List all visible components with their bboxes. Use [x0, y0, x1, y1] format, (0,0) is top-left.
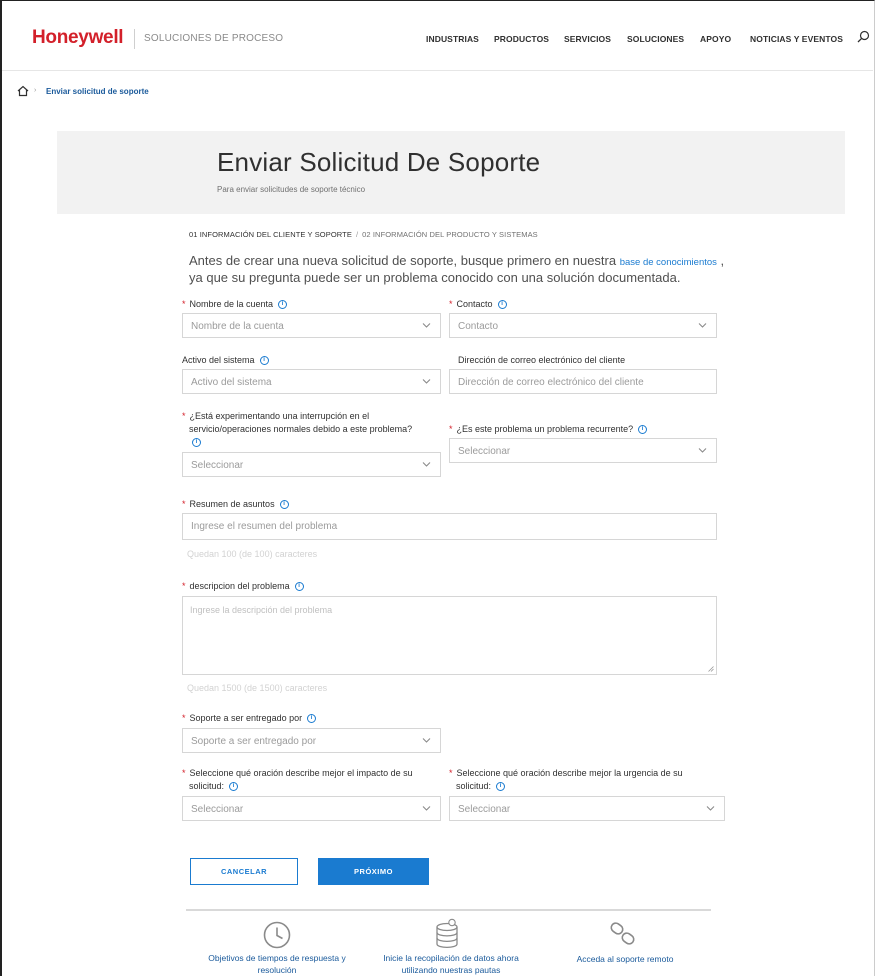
recurrent-select[interactable]: Seleccionar [449, 438, 717, 463]
email-input[interactable]: Dirección de correo electrónico del clie… [449, 369, 717, 394]
clock-icon[interactable] [262, 920, 292, 950]
email-input-placeholder: Dirección de correo electrónico del clie… [458, 377, 644, 388]
nav-productos[interactable]: PRODUCTOS [494, 34, 549, 44]
required-mark: * [182, 768, 186, 778]
info-icon[interactable]: i [307, 714, 317, 724]
interruption-select[interactable]: Seleccionar [182, 452, 441, 477]
summary-input-placeholder: Ingrese el resumen del problema [191, 521, 338, 532]
hero-banner: Enviar Solicitud De Soporte Para enviar … [57, 131, 845, 214]
nav-servicios[interactable]: SERVICIOS [564, 34, 611, 44]
recurrent-select-placeholder: Seleccionar [458, 446, 511, 457]
intro-text-before: Antes de crear una nueva solicitud de so… [189, 253, 617, 268]
chevron-down-icon [422, 323, 431, 328]
info-icon[interactable]: i [192, 438, 201, 448]
knowledge-base-link[interactable]: base de conocimientos [620, 257, 717, 268]
asset-select-placeholder: Activo del sistema [191, 377, 272, 388]
breadcrumb-chevron-icon: › [34, 87, 37, 94]
contact-select[interactable]: Contacto [449, 313, 717, 338]
info-icon[interactable]: i [496, 782, 506, 792]
impact-select-placeholder: Seleccionar [191, 804, 244, 815]
description-textarea[interactable]: Ingrese la descripción del problema [182, 596, 717, 675]
required-mark: * [182, 499, 186, 509]
required-mark: * [182, 581, 186, 591]
form-steps: 01 INFORMACIÓN DEL CLIENTE Y SOPORTE/02 … [189, 230, 538, 239]
chevron-down-icon [422, 379, 431, 384]
nav-noticias-y-eventos[interactable]: NOTICIAS Y EVENTOS [750, 34, 843, 44]
account-select[interactable]: Nombre de la cuenta [182, 313, 441, 338]
honeywell-logo[interactable]: Honeywell [32, 27, 124, 49]
step-1-label[interactable]: 01 INFORMACIÓN DEL CLIENTE Y SOPORTE [189, 230, 352, 239]
logo-divider [134, 29, 135, 49]
required-mark: * [182, 713, 186, 723]
contact-select-placeholder: Contacto [458, 321, 499, 332]
chain-link-icon[interactable] [609, 920, 637, 948]
breadcrumb-current[interactable]: Enviar solicitud de soporte [46, 87, 149, 96]
summary-char-counter: Quedan 100 (de 100) caracteres [187, 549, 318, 559]
header-tagline: SOLUCIONES DE PROCESO [144, 33, 284, 44]
chevron-down-icon [422, 738, 431, 743]
chevron-down-icon [698, 323, 707, 328]
asset-label: Activo del sistema i [182, 354, 269, 367]
footer-divider [186, 909, 711, 911]
info-icon[interactable]: i [294, 582, 304, 592]
required-mark: * [449, 299, 453, 309]
response-times-link[interactable]: Objetivos de tiempos de respuesta y resol… [196, 952, 358, 976]
account-select-placeholder: Nombre de la cuenta [191, 321, 284, 332]
description-char-counter: Quedan 1500 (de 1500) caracteres [187, 683, 328, 693]
nav-industrias[interactable]: INDUSTRIAS [426, 34, 479, 44]
cancel-button[interactable]: CANCELAR [190, 858, 298, 885]
impact-label: * Seleccione qué oración describe mejor e… [182, 768, 413, 792]
chevron-down-icon [422, 462, 431, 467]
site-header: Honeywell SOLUCIONES DE PROCESO INDUSTRI… [2, 1, 873, 71]
database-icon[interactable] [434, 918, 462, 950]
account-label: * Nombre de la cuenta i [182, 298, 288, 311]
info-icon[interactable]: i [638, 425, 648, 435]
chevron-down-icon [422, 806, 431, 811]
home-icon[interactable] [17, 85, 29, 97]
next-button[interactable]: PRÓXIMO [318, 858, 429, 885]
interruption-label: * ¿Está experimentando una interrupción e… [182, 411, 413, 448]
support-by-label: * Soporte a ser entregado por i [182, 712, 317, 725]
summary-input[interactable]: Ingrese el resumen del problema [182, 513, 717, 540]
description-textarea-placeholder: Ingrese la descripción del problema [190, 605, 333, 615]
required-mark: * [449, 424, 453, 434]
remote-support-link[interactable]: Acceda al soporte remoto [560, 953, 690, 965]
required-mark: * [449, 768, 453, 778]
description-label: * descripcion del problema i [182, 580, 304, 593]
info-icon[interactable]: i [229, 782, 239, 792]
intro-text-comma: , [720, 253, 725, 268]
support-by-select[interactable]: Soporte a ser entregado por [182, 728, 441, 753]
impact-select[interactable]: Seleccionar [182, 796, 441, 821]
chevron-down-icon [698, 448, 707, 453]
required-mark: * [182, 299, 186, 309]
page-subtitle: Para enviar solicitudes de soporte técni… [217, 185, 366, 194]
urgency-select[interactable]: Seleccionar [449, 796, 725, 821]
nav-soluciones[interactable]: SOLUCIONES [627, 34, 684, 44]
info-icon[interactable]: i [278, 300, 288, 310]
interruption-select-placeholder: Seleccionar [191, 460, 244, 471]
contact-label: * Contacto i [449, 298, 507, 311]
intro-text-after: ya que su pregunta puede ser un problema… [189, 270, 681, 285]
chevron-down-icon [706, 806, 715, 811]
info-icon[interactable]: i [279, 500, 289, 510]
urgency-label: * Seleccione qué oración describe mejor l… [449, 768, 683, 792]
email-label: Dirección de correo electrónico del clie… [458, 355, 626, 365]
urgency-select-placeholder: Seleccionar [458, 804, 511, 815]
required-mark: * [182, 411, 186, 421]
nav-apoyo[interactable]: APOYO [700, 34, 731, 44]
summary-label: * Resumen de asuntos i [182, 498, 289, 511]
recurrent-label: * ¿Es este problema un problema recurrent… [449, 423, 648, 436]
intro-text: Antes de crear una nueva solicitud de so… [189, 253, 729, 285]
step-separator: / [355, 230, 359, 239]
info-icon[interactable]: i [497, 300, 507, 310]
asset-select[interactable]: Activo del sistema [182, 369, 441, 394]
info-icon[interactable]: i [259, 356, 269, 366]
step-2-label[interactable]: 02 INFORMACIÓN DEL PRODUCTO Y SISTEMAS [362, 230, 538, 239]
support-by-select-placeholder: Soporte a ser entregado por [191, 736, 317, 747]
search-icon[interactable] [857, 30, 870, 43]
data-collection-link[interactable]: Inicie la recopilación de datos ahora uti… [372, 952, 530, 976]
resize-handle-icon[interactable] [708, 666, 714, 672]
page-title: Enviar Solicitud De Soporte [217, 147, 541, 177]
